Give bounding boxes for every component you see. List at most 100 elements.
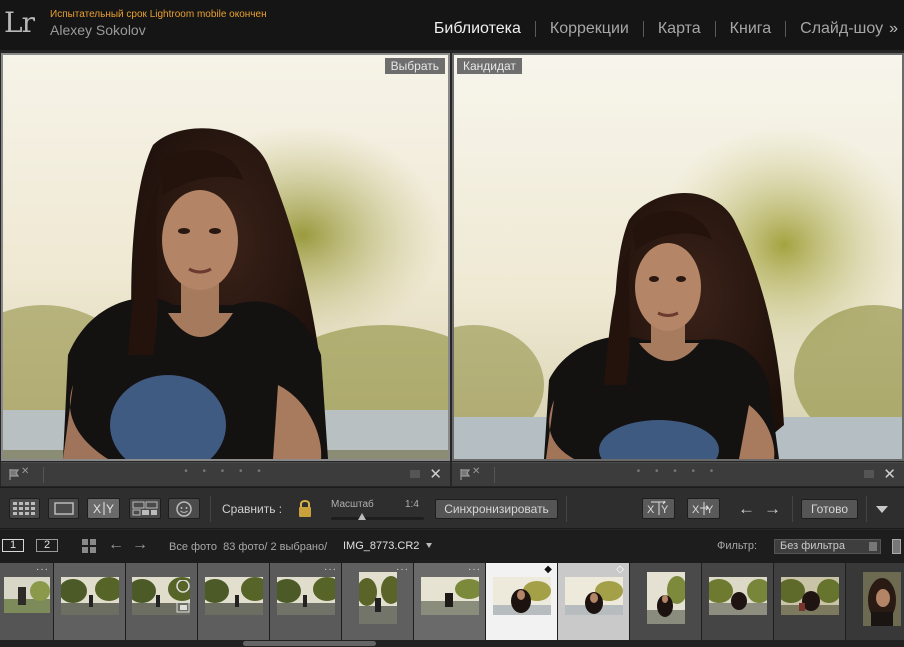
zoom-label: Масштаб: [331, 499, 374, 510]
svg-text:Y: Y: [661, 504, 669, 516]
zoom-slider-thumb[interactable]: [358, 513, 366, 520]
filter-value: Без фильтра: [780, 540, 845, 552]
module-picker: Библиотека Коррекции Карта Книга Слайд-ш…: [420, 18, 904, 40]
secondary-window-button[interactable]: 2: [36, 539, 58, 552]
color-label-slot[interactable]: [864, 470, 874, 478]
zoom-slider[interactable]: [331, 517, 424, 520]
lock-icon[interactable]: [297, 498, 313, 518]
source-name[interactable]: Все фото: [169, 541, 217, 553]
metadata-badge: ···: [468, 564, 481, 575]
main-window-button[interactable]: 1: [2, 539, 24, 552]
select-photo: [3, 55, 448, 459]
close-icon[interactable]: ✕: [883, 465, 896, 483]
svg-text:X: X: [93, 502, 101, 516]
svg-text:X: X: [692, 504, 700, 516]
filmstrip-source[interactable]: Все фото 83 фото/ 2 выбрано/: [169, 541, 327, 553]
back-arrow-icon[interactable]: ←: [108, 536, 124, 554]
select-photo-pane[interactable]: Выбрать: [1, 53, 450, 461]
more-modules-icon[interactable]: »: [887, 20, 904, 38]
filmstrip-thumbnail[interactable]: [774, 563, 846, 640]
sync-button[interactable]: Синхронизировать: [435, 499, 558, 519]
people-view-button[interactable]: [168, 498, 200, 519]
filmstrip-thumbnail[interactable]: ···: [0, 563, 54, 640]
filmstrip-scrollbar[interactable]: [0, 640, 904, 647]
lightroom-app: Lr Испытательный срок Lightroom mobile о…: [0, 0, 904, 647]
filmstrip-thumbnail[interactable]: [126, 563, 198, 640]
filmstrip-thumbnail[interactable]: [198, 563, 270, 640]
make-select-icon: X Y: [692, 502, 714, 516]
forward-arrow-icon[interactable]: →: [132, 536, 148, 554]
reject-flag-icon[interactable]: ✕: [21, 466, 29, 477]
module-map[interactable]: Карта: [644, 20, 715, 38]
thumbnail-image: [4, 577, 50, 613]
reject-flag-icon[interactable]: ✕: [472, 466, 480, 477]
thumbnail-image: [205, 577, 263, 615]
filmstrip-thumbnail[interactable]: [630, 563, 702, 640]
footer-separator: [494, 467, 495, 483]
toolbar-separator: [210, 496, 211, 522]
thumbnail-image: [647, 572, 685, 624]
compare-xy-icon: X Y: [93, 502, 114, 516]
thumbnail-image: [709, 577, 767, 615]
survey-view-button[interactable]: [129, 498, 161, 519]
grid-icon[interactable]: [82, 539, 96, 553]
toolbar-options-icon[interactable]: [876, 506, 888, 513]
candidate-diamond-icon: ◇: [616, 564, 625, 575]
current-filename[interactable]: IMG_8773.CR2: [343, 540, 419, 552]
module-book[interactable]: Книга: [716, 20, 785, 38]
svg-text:X: X: [647, 504, 655, 516]
make-select-button[interactable]: X Y: [687, 498, 720, 519]
candidate-label: Кандидат: [457, 58, 522, 74]
thumbnail-image: [359, 572, 397, 624]
filter-label: Фильтр:: [717, 540, 758, 552]
metadata-badge: ···: [324, 564, 337, 575]
compare-toolbar: X Y Сравнить : Масштаб 1:4 Синхронизиров…: [0, 487, 904, 529]
filmstrip-thumbnail[interactable]: ···: [270, 563, 342, 640]
module-slideshow[interactable]: Слайд-шоу: [786, 20, 887, 38]
select-diamond-icon: ◆: [544, 564, 553, 575]
thumbnail-image: [277, 577, 335, 615]
svg-text:Y: Y: [706, 504, 714, 516]
swap-button[interactable]: X Y: [642, 498, 675, 519]
loupe-view-button[interactable]: [48, 498, 79, 519]
flag-icon[interactable]: [460, 469, 470, 480]
select-spinner-icon: [869, 542, 877, 551]
compare-view-button[interactable]: X Y: [87, 498, 120, 519]
filter-select[interactable]: Без фильтра: [774, 539, 881, 554]
stack-badge-icon: [176, 580, 190, 613]
user-name[interactable]: Alexey Sokolov: [50, 22, 146, 38]
svg-text:Y: Y: [106, 502, 114, 516]
filmstrip-thumbnail[interactable]: ···: [342, 563, 414, 640]
done-button[interactable]: Готово: [801, 499, 858, 519]
filmstrip-thumbnail[interactable]: [54, 563, 126, 640]
chevron-down-icon[interactable]: [426, 543, 432, 548]
filmstrip[interactable]: ··· ··· ··· ··· ◆ ◇: [0, 563, 904, 640]
candidate-photo-pane[interactable]: Кандидат: [452, 53, 904, 461]
filmstrip-thumbnail[interactable]: [846, 563, 904, 640]
star-rating[interactable]: • • • • •: [184, 466, 267, 477]
previous-arrow-icon[interactable]: ←: [738, 499, 755, 519]
module-library[interactable]: Библиотека: [420, 20, 535, 38]
color-label-slot[interactable]: [410, 470, 420, 478]
grid-icon: [13, 502, 35, 515]
survey-icon: [132, 501, 158, 516]
top-bar: Lr Испытательный срок Lightroom mobile о…: [0, 0, 904, 50]
thumbnail-image: [61, 577, 119, 615]
photo-counts: 83 фото/ 2 выбрано/: [223, 541, 328, 553]
grid-view-button[interactable]: [9, 498, 40, 519]
swap-xy-icon: X Y: [647, 501, 669, 516]
filmstrip-thumbnail-select[interactable]: ◆: [486, 563, 558, 640]
star-rating[interactable]: • • • • •: [637, 466, 720, 477]
loupe-icon: [53, 502, 74, 515]
filmstrip-thumbnail[interactable]: ···: [414, 563, 486, 640]
close-icon[interactable]: ✕: [429, 465, 442, 483]
trial-expired-message[interactable]: Испытательный срок Lightroom mobile окон…: [50, 9, 267, 20]
scrollbar-thumb[interactable]: [243, 641, 376, 646]
module-develop[interactable]: Коррекции: [536, 20, 643, 38]
filmstrip-thumbnail-candidate[interactable]: ◇: [558, 563, 630, 640]
next-arrow-icon[interactable]: →: [764, 499, 781, 519]
select-pane-footer: ✕ • • • • • ✕: [1, 462, 450, 486]
flag-icon[interactable]: [9, 469, 19, 480]
filmstrip-thumbnail[interactable]: [702, 563, 774, 640]
filter-toggle[interactable]: [892, 539, 901, 554]
